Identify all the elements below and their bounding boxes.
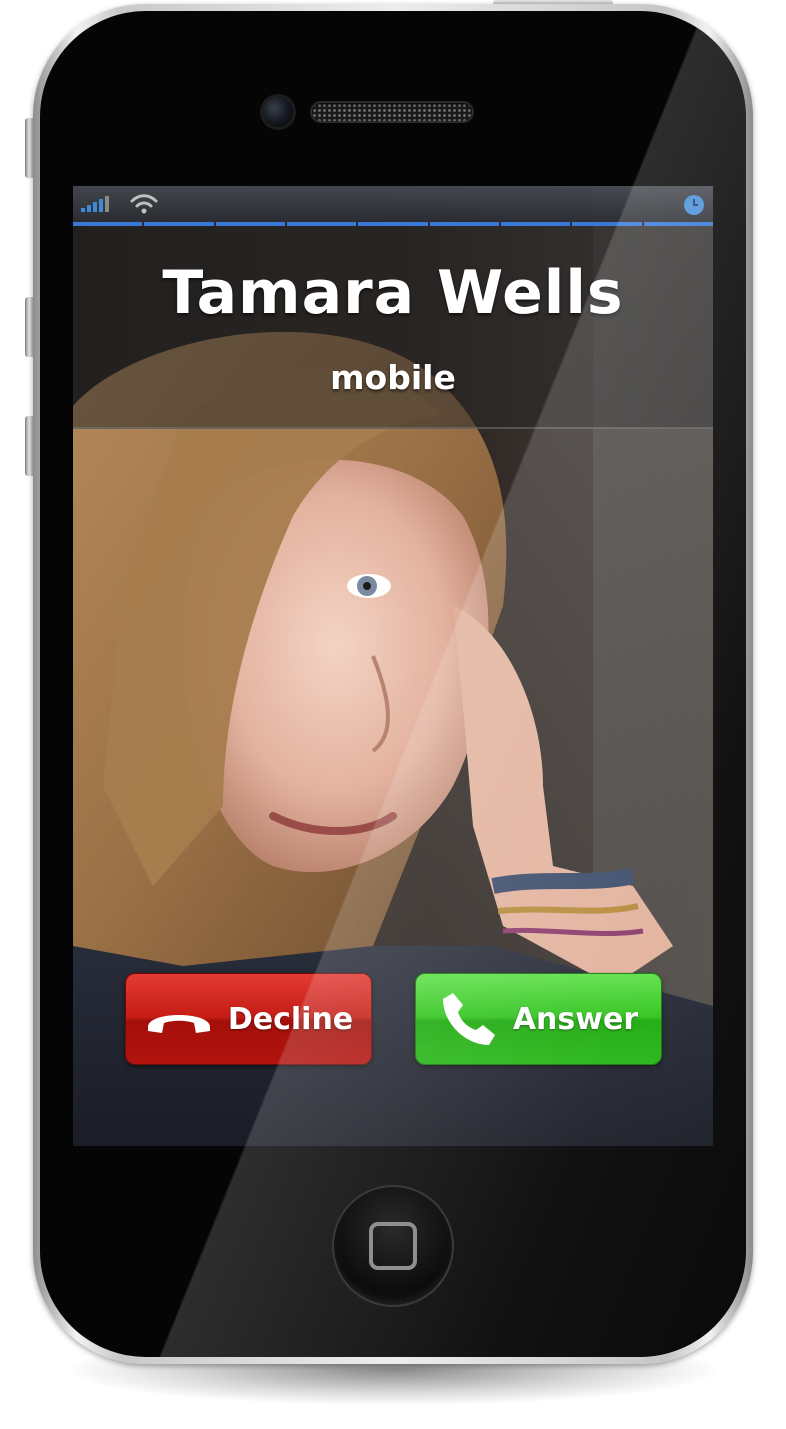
signal-bars-icon [81, 196, 109, 212]
clock-icon [684, 195, 704, 215]
answer-label: Answer [512, 1001, 639, 1037]
front-camera [260, 94, 296, 130]
phone-handset-icon [442, 993, 495, 1045]
answer-button[interactable]: Answer [415, 973, 662, 1065]
decline-button[interactable]: Decline [125, 973, 372, 1065]
device-mockup: Tamara Wells mobile Decline Answer [0, 0, 786, 1429]
phone-front-glass: Tamara Wells mobile Decline Answer [40, 11, 746, 1357]
caller-name: Tamara Wells [162, 258, 624, 328]
caller-info-panel: Tamara Wells mobile [73, 226, 713, 429]
hang-up-icon [147, 1015, 210, 1033]
home-button[interactable] [332, 1185, 454, 1307]
phone-body: Tamara Wells mobile Decline Answer [33, 4, 753, 1364]
caller-number-label: mobile [330, 358, 456, 397]
home-square-icon [369, 1222, 417, 1270]
decline-label: Decline [227, 1001, 354, 1037]
earpiece-speaker [312, 103, 472, 121]
status-bar [73, 186, 713, 226]
screen: Tamara Wells mobile Decline Answer [73, 186, 713, 1146]
wifi-icon [130, 194, 158, 214]
